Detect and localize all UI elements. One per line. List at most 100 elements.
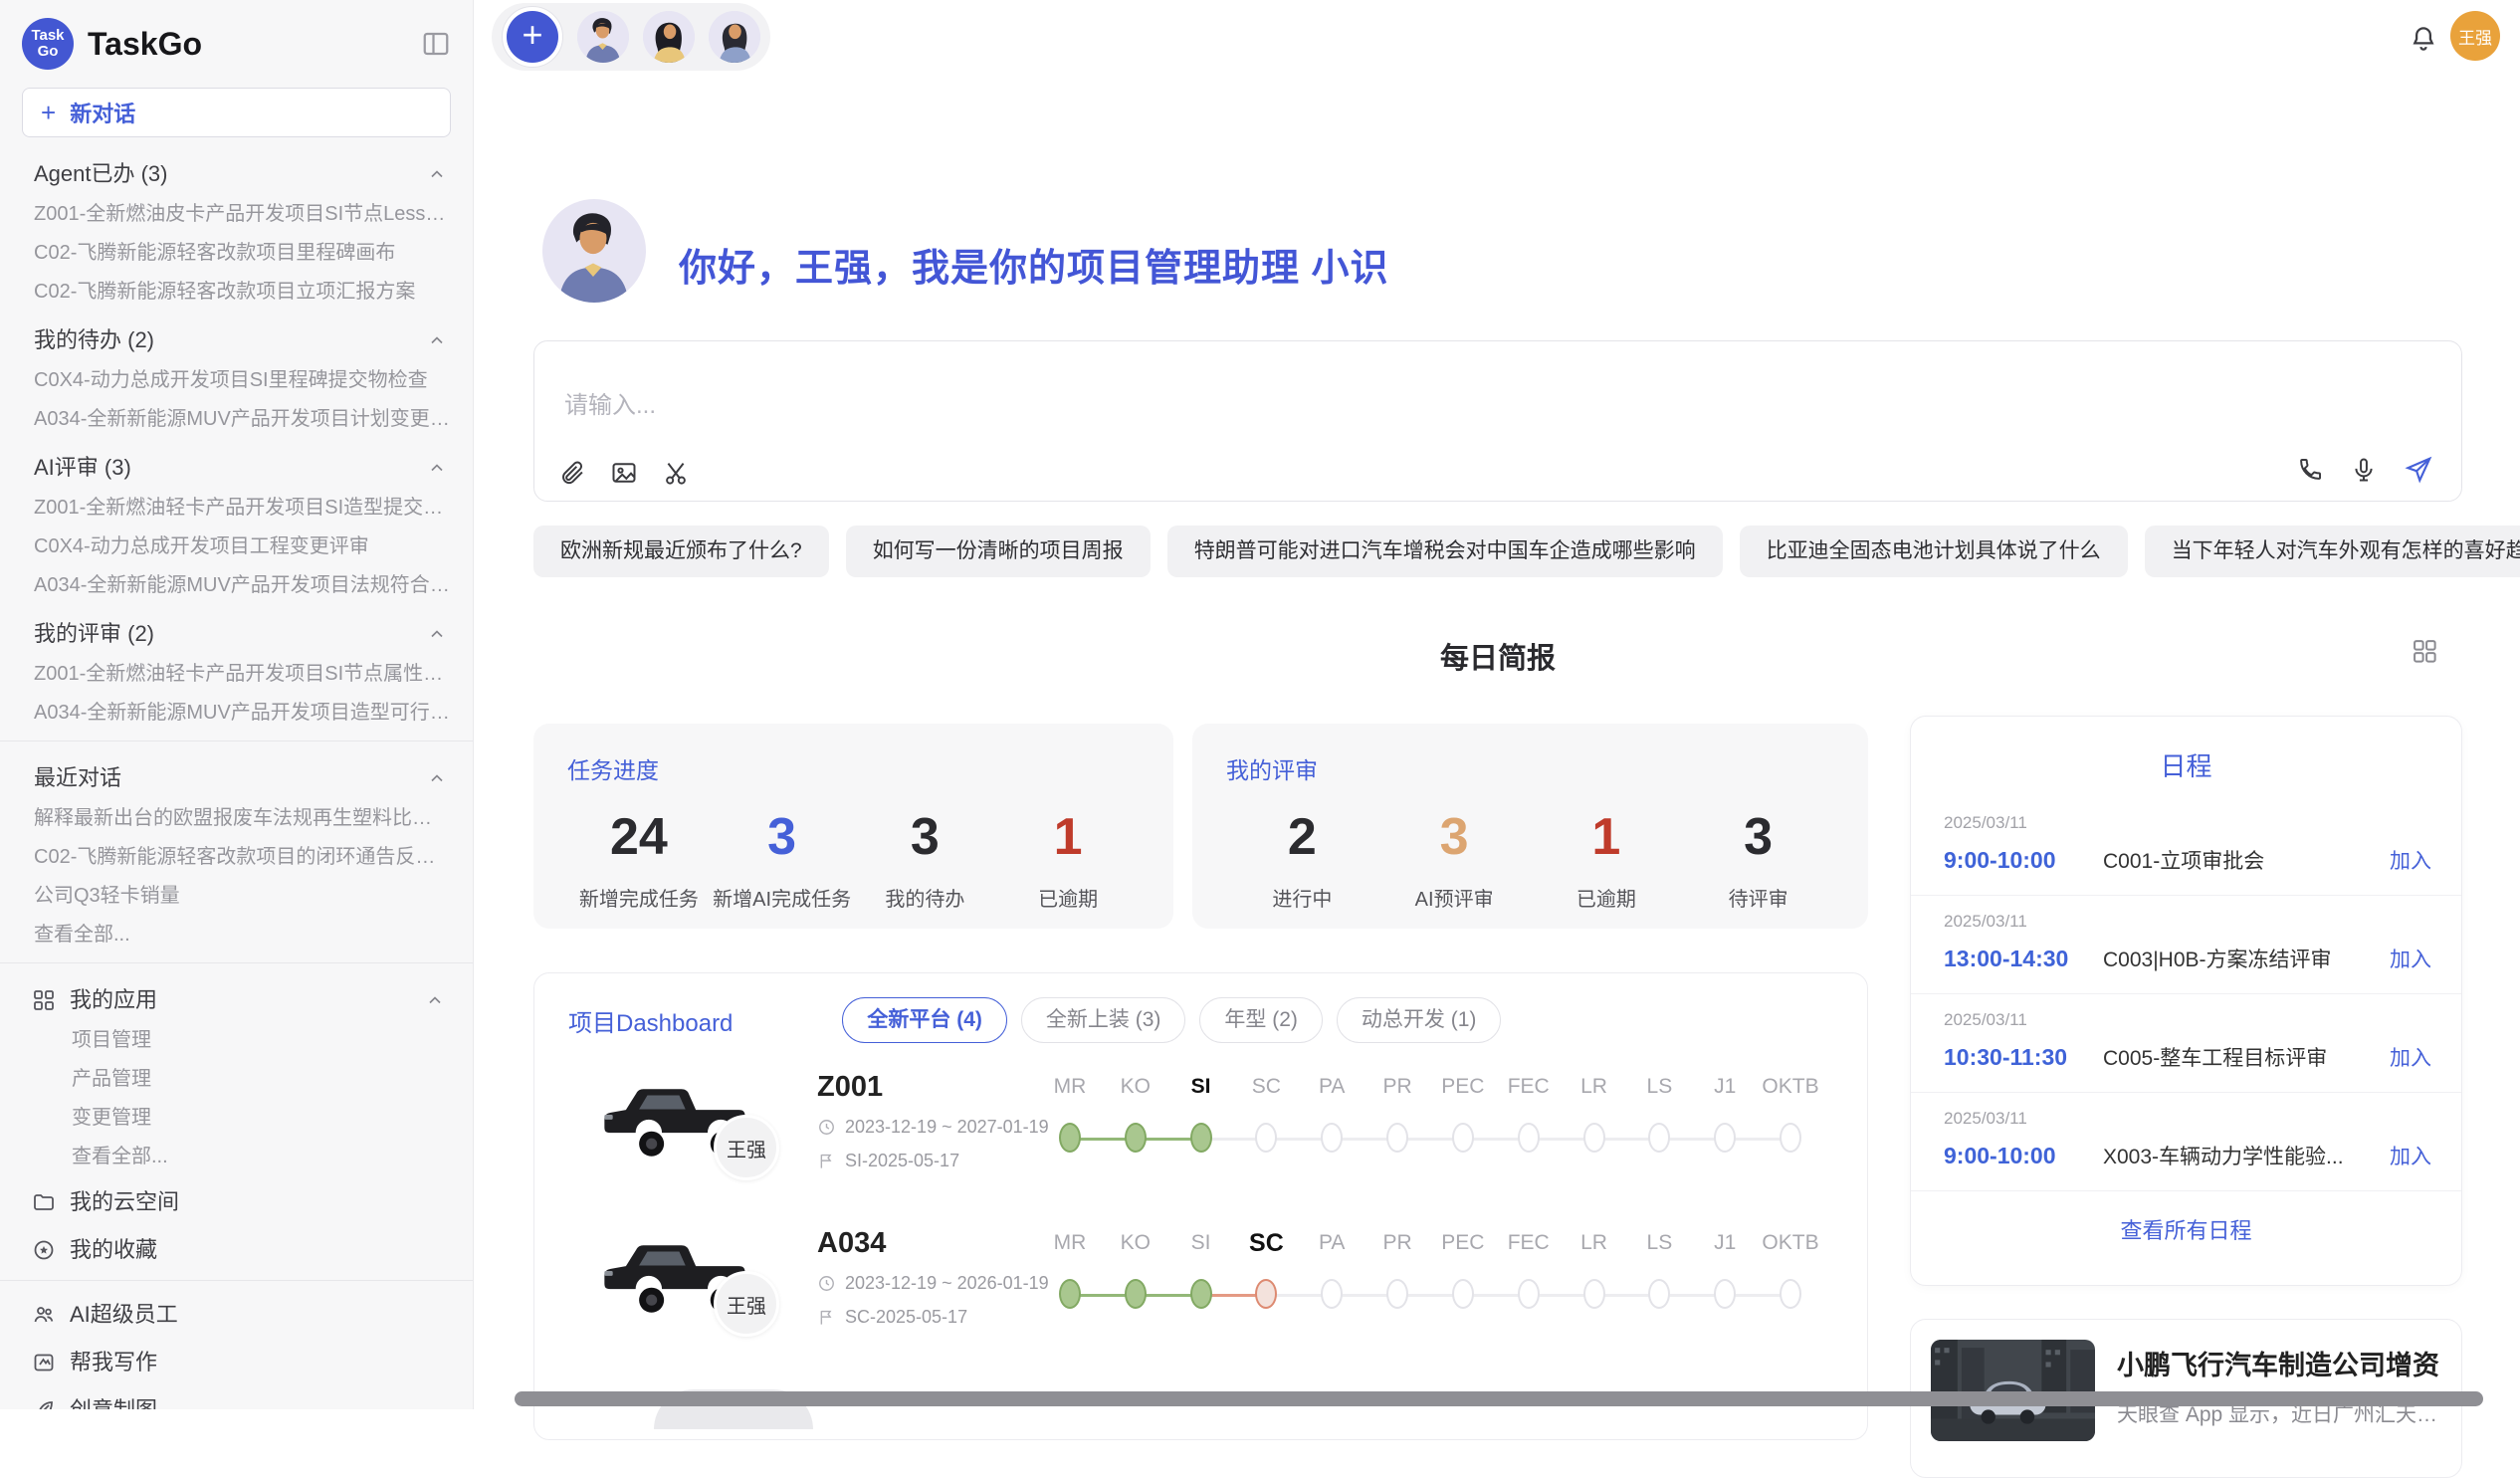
message-input[interactable] [562,391,2155,421]
milestone-node-done[interactable] [1059,1279,1081,1309]
sidebar-item[interactable]: Z001-全新燃油皮卡产品开发项目SI节点Lesson Learn报告 [34,202,451,226]
milestone-node[interactable] [1648,1279,1670,1309]
recent-chat-item[interactable]: 解释最新出台的欧盟报废车法规再生塑料比例被调至15%... [34,806,451,830]
milestone-node[interactable] [1452,1123,1474,1153]
project-owner-badge[interactable]: 王强 [714,1271,779,1337]
sidebar-item[interactable]: C0X4-动力总成开发项目工程变更评审 [34,534,451,558]
sidebar-item-creative-draw[interactable]: 创意制图 [32,1396,451,1409]
join-button[interactable]: 加入 [2390,944,2431,973]
sidebar-item[interactable]: A034-全新新能源MUV产品开发项目计划变更表编写 [34,407,451,431]
tab-year-model[interactable]: 年型 (2) [1199,997,1323,1043]
suggestion-chip[interactable]: 如何写一份清晰的项目周报 [846,526,1151,577]
milestone-node[interactable] [1255,1123,1277,1153]
section-header-my-review[interactable]: 我的评审 (2) [34,621,451,647]
sidebar-item-help-write[interactable]: 帮我写作 [32,1349,451,1376]
milestone-node-done[interactable] [1190,1279,1212,1309]
chevron-up-icon[interactable] [427,330,447,350]
chevron-up-icon[interactable] [425,990,445,1010]
view-all-apps-link[interactable]: 查看全部... [72,1145,451,1168]
milestone-node[interactable] [1518,1279,1540,1309]
suggestion-chip[interactable]: 当下年轻人对汽车外观有怎样的喜好趋势 [2145,526,2520,577]
suggestion-chip[interactable]: 欧洲新规最近颁布了什么? [533,526,829,577]
join-button[interactable]: 加入 [2390,845,2431,875]
milestone-node[interactable] [1780,1279,1801,1309]
recent-chat-item[interactable]: 公司Q3轻卡销量 [34,884,451,908]
sidebar-group-my-apps[interactable]: 我的应用 [32,987,451,1013]
chat-tab-avatar[interactable] [709,11,760,63]
milestone-node-done[interactable] [1125,1279,1147,1309]
chevron-up-icon[interactable] [427,458,447,478]
panel-collapse-icon[interactable] [421,29,451,59]
layout-grid-icon[interactable] [2411,637,2438,665]
tab-new-platform[interactable]: 全新平台 (4) [842,997,1007,1043]
horizontal-scrollbar[interactable] [515,1391,2483,1406]
milestone-node-done[interactable] [1059,1123,1081,1153]
sidebar-item[interactable]: Z001-全新燃油轻卡产品开发项目SI节点属性5D文件评审 [34,662,451,686]
sidebar-item[interactable]: A034-全新新能源MUV产品开发项目法规符合性评审 [34,573,451,597]
section-header-my-todo[interactable]: 我的待办 (2) [34,327,451,353]
project-name[interactable]: Z001 [817,1071,883,1104]
milestone-node[interactable] [1321,1123,1343,1153]
milestone-node-done[interactable] [1125,1123,1147,1153]
milestone-node[interactable] [1386,1279,1408,1309]
suggestion-chip[interactable]: 特朗普可能对进口汽车增税会对中国车企造成哪些影响 [1167,526,1723,577]
section-header-agent-done[interactable]: Agent已办 (3) [34,161,451,187]
join-button[interactable]: 加入 [2390,1141,2431,1170]
section-header-recent-chats[interactable]: 最近对话 [34,765,451,791]
milestone-node-done[interactable] [1190,1123,1212,1153]
sidebar-item-favorites[interactable]: 我的收藏 [32,1236,451,1264]
sidebar-item[interactable]: C02-飞腾新能源轻客改款项目里程碑画布 [34,241,451,265]
milestone-label: MR [1037,1229,1103,1257]
dashboard-title[interactable]: 项目Dashboard [568,1003,733,1038]
scissors-icon[interactable] [662,459,690,487]
milestone-node[interactable] [1321,1279,1343,1309]
milestone-node-overdue[interactable] [1255,1279,1277,1309]
sidebar-item[interactable]: A034-全新新能源MUV产品开发项目造型可行性评审 [34,701,451,725]
milestone-node[interactable] [1648,1123,1670,1153]
sidebar-item[interactable]: C0X4-动力总成开发项目SI里程碑提交物检查 [34,368,451,392]
milestone-label: LR [1562,1073,1627,1101]
app-item-change-mgmt[interactable]: 变更管理 [72,1106,451,1130]
milestone-node[interactable] [1583,1279,1605,1309]
bell-icon[interactable] [2409,24,2438,54]
send-icon[interactable] [2404,455,2433,485]
view-all-schedule-link[interactable]: 查看所有日程 [1911,1213,2461,1245]
milestone-node[interactable] [1583,1123,1605,1153]
sidebar-item[interactable]: C02-飞腾新能源轻客改款项目立项汇报方案 [34,280,451,304]
app-item-product-mgmt[interactable]: 产品管理 [72,1067,451,1091]
tab-powertrain[interactable]: 动总开发 (1) [1337,997,1502,1043]
project-name[interactable]: A034 [817,1227,886,1260]
paperclip-icon[interactable] [558,459,586,487]
chat-tab-avatar[interactable] [577,11,629,63]
milestone-node[interactable] [1452,1279,1474,1309]
image-icon[interactable] [610,459,638,487]
chat-tab-avatar[interactable] [643,11,695,63]
project-row: 王强 Z001 2023-12-19 ~ 2027-01-19 SI-2025-… [534,1053,1867,1202]
suggestion-chip[interactable]: 比亚迪全固态电池计划具体说了什么 [1740,526,2128,577]
sidebar-item-ai-employee[interactable]: AI超级员工 [32,1301,451,1329]
project-owner-badge[interactable]: 王强 [714,1115,779,1180]
milestone-node[interactable] [1714,1123,1736,1153]
milestone-label: KO [1103,1229,1168,1257]
section-header-ai-review[interactable]: AI评审 (3) [34,455,451,481]
recent-chat-item[interactable]: C02-飞腾新能源轻客改款项目的闭环通告反馈情况 [34,845,451,869]
sidebar-item[interactable]: Z001-全新燃油轻卡产品开发项目SI造型提交物评审 [34,496,451,520]
join-button[interactable]: 加入 [2390,1042,2431,1072]
schedule-time: 9:00-10:00 [1944,847,2103,874]
app-item-project-mgmt[interactable]: 项目管理 [72,1028,451,1052]
milestone-node[interactable] [1518,1123,1540,1153]
new-chat-button[interactable]: + 新对话 [22,88,451,137]
view-all-chats-link[interactable]: 查看全部... [34,923,451,947]
phone-icon[interactable] [2296,456,2324,484]
sidebar-item-cloud-space[interactable]: 我的云空间 [32,1188,451,1216]
user-avatar[interactable]: 王强 [2450,11,2500,61]
milestone-node[interactable] [1714,1279,1736,1309]
chevron-up-icon[interactable] [427,624,447,644]
new-tab-button[interactable]: + [502,6,563,68]
milestone-node[interactable] [1780,1123,1801,1153]
tab-new-body[interactable]: 全新上装 (3) [1021,997,1186,1043]
chevron-up-icon[interactable] [427,164,447,184]
milestone-node[interactable] [1386,1123,1408,1153]
mic-icon[interactable] [2350,456,2378,484]
chevron-up-icon[interactable] [427,768,447,788]
